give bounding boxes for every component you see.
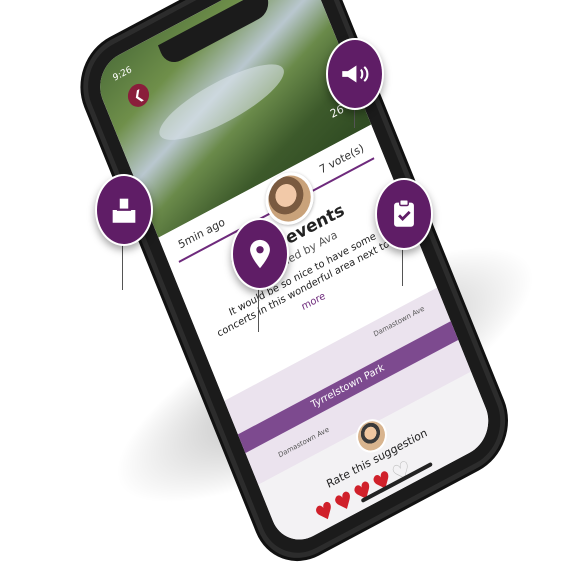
megaphone-badge [326, 38, 384, 110]
location-pin-icon [250, 239, 270, 269]
badge-connector [402, 246, 403, 286]
megaphone-icon [342, 65, 369, 83]
badge-connector [258, 286, 259, 332]
clipboard-check-icon [394, 199, 414, 227]
ballot-box-icon [112, 198, 136, 223]
status-bar: 9:26 Status - VOTE • • ▴ ▭ [91, 0, 317, 102]
phone-mockup-scene: 9:26 Status - VOTE • • ▴ ▭ ❮ 26 5min ago… [0, 0, 585, 568]
ballot-badge [95, 174, 153, 246]
location-badge [231, 218, 289, 290]
clock: 9:26 [111, 64, 134, 84]
badge-connector [122, 240, 123, 290]
signal-icons: • • ▴ ▭ [264, 0, 296, 3]
clipboard-badge [375, 178, 433, 250]
